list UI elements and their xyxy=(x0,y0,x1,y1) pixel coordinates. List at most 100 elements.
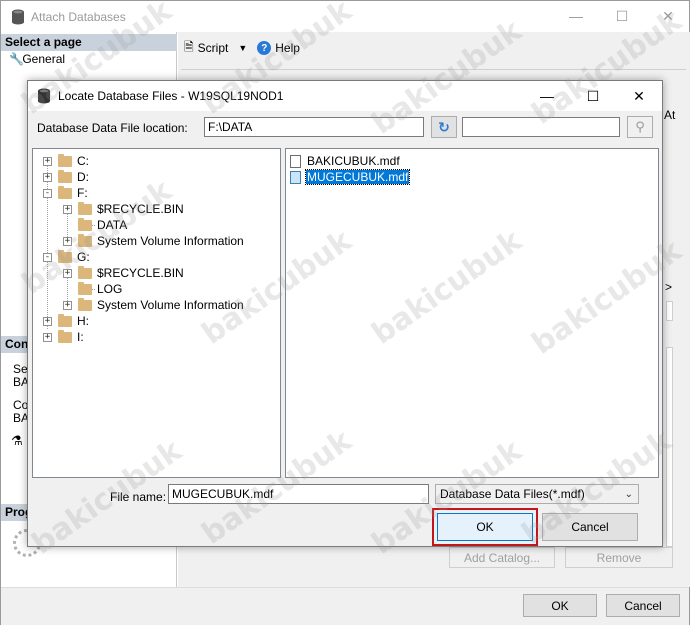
tree-item-label: D: xyxy=(77,170,89,184)
location-label: Database Data File location: xyxy=(37,121,188,135)
grid-edge xyxy=(666,301,673,321)
database-icon xyxy=(11,9,25,28)
collapse-icon[interactable]: - xyxy=(43,252,52,262)
page-item-general[interactable]: 🔧 General xyxy=(9,52,65,66)
outer-ok-button[interactable]: OK xyxy=(523,594,597,617)
tree-item-label: DATA xyxy=(97,218,128,232)
grid-edge xyxy=(666,347,673,547)
folder-icon xyxy=(58,329,72,343)
tree-item-label: F: xyxy=(77,186,88,200)
locate-database-files-dialog: Locate Database Files - W19SQL19NOD1 — ☐… xyxy=(27,80,663,547)
toolbar-divider xyxy=(181,69,686,70)
tree-item[interactable]: + System Volume Information xyxy=(63,297,244,313)
expand-icon[interactable]: + xyxy=(43,316,52,326)
file-item-label: BAKICUBUK.mdf xyxy=(307,154,400,168)
script-icon: 🗎 xyxy=(184,39,194,54)
folder-tree[interactable]: + C: + D: - F: + $RECYCLE.BIN DATA + Sys… xyxy=(32,148,281,478)
toolbar: 🗎 Script ▼ ? Help xyxy=(178,36,300,60)
tree-item-label: $RECYCLE.BIN xyxy=(97,202,184,216)
right-edge-label: At xyxy=(664,108,676,122)
folder-icon xyxy=(58,169,72,183)
tree-item[interactable]: + $RECYCLE.BIN xyxy=(63,201,184,217)
tree-item-label: $RECYCLE.BIN xyxy=(97,266,184,280)
file-icon xyxy=(290,154,301,168)
file-name-label: File name: xyxy=(110,490,167,504)
refresh-icon: ↻ xyxy=(438,118,450,135)
tree-item[interactable]: LOG xyxy=(78,281,122,297)
file-list[interactable]: BAKICUBUK.mdf MUGECUBUK.mdf xyxy=(285,148,659,478)
folder-icon xyxy=(78,217,92,231)
folder-icon xyxy=(58,313,72,327)
minimize-icon[interactable]: — xyxy=(524,81,570,111)
tree-item[interactable]: + H: xyxy=(43,313,89,329)
page-item-label: General xyxy=(22,52,66,66)
close-icon[interactable]: ✕ xyxy=(616,81,662,111)
script-label: Script xyxy=(197,41,229,55)
tree-item[interactable]: - G: xyxy=(43,249,90,265)
close-icon[interactable]: ✕ xyxy=(645,1,690,31)
minimize-icon[interactable]: — xyxy=(553,1,599,31)
file-icon xyxy=(290,170,301,184)
maximize-icon[interactable]: ☐ xyxy=(570,81,616,111)
folder-icon xyxy=(58,153,72,167)
tree-item-label: C: xyxy=(77,154,89,168)
folder-icon xyxy=(78,281,92,295)
collapse-icon[interactable]: - xyxy=(43,188,52,198)
search-button[interactable]: ⚲ xyxy=(627,116,653,138)
folder-icon xyxy=(78,201,92,215)
wrench-icon: 🔧 xyxy=(9,52,24,66)
folder-icon xyxy=(58,185,72,199)
connection-properties-icon[interactable]: ⚗ xyxy=(11,433,23,449)
help-button[interactable]: ? Help xyxy=(257,41,300,55)
dialog-cancel-button[interactable]: Cancel xyxy=(542,513,638,541)
folder-icon xyxy=(78,233,92,247)
remove-button[interactable]: Remove xyxy=(565,547,673,568)
database-icon xyxy=(37,88,51,107)
refresh-button[interactable]: ↻ xyxy=(431,116,457,138)
tree-item[interactable]: + C: xyxy=(43,153,89,169)
tree-item-label: System Volume Information xyxy=(97,298,244,312)
outer-cancel-button[interactable]: Cancel xyxy=(606,594,680,617)
tree-item-label: H: xyxy=(77,314,89,328)
expand-icon[interactable]: + xyxy=(43,172,52,182)
chevron-down-icon: ▼ xyxy=(238,43,248,53)
location-input[interactable]: F:\DATA xyxy=(204,117,424,137)
outer-titlebar[interactable]: Attach Databases — ☐ ✕ xyxy=(1,1,689,32)
search-input[interactable] xyxy=(462,117,620,137)
file-type-value: Database Data Files(*.mdf) xyxy=(440,487,585,501)
dialog-titlebar[interactable]: Locate Database Files - W19SQL19NOD1 — ☐… xyxy=(28,81,662,111)
add-catalog-button[interactable]: Add Catalog... xyxy=(449,547,555,568)
help-label: Help xyxy=(275,41,300,55)
folder-icon xyxy=(58,249,72,263)
script-button[interactable]: 🗎 Script ▼ xyxy=(184,38,247,59)
file-item-selected[interactable]: MUGECUBUK.mdf xyxy=(290,169,411,185)
tree-item[interactable]: + I: xyxy=(43,329,84,345)
help-icon: ? xyxy=(257,41,272,55)
tree-item-label: LOG xyxy=(97,282,123,296)
dialog-title: Locate Database Files - W19SQL19NOD1 xyxy=(58,89,284,103)
tree-item-label: I: xyxy=(77,330,84,344)
file-name-input[interactable]: MUGECUBUK.mdf xyxy=(168,484,429,504)
tree-item[interactable]: - F: xyxy=(43,185,88,201)
tree-item[interactable]: + $RECYCLE.BIN xyxy=(63,265,184,281)
select-page-header: Select a page xyxy=(1,34,177,51)
chevron-down-icon: ⌄ xyxy=(624,489,633,500)
file-item[interactable]: BAKICUBUK.mdf xyxy=(290,153,401,169)
expand-icon[interactable]: + xyxy=(63,236,72,246)
expand-icon[interactable]: + xyxy=(43,332,52,342)
tree-item[interactable]: + System Volume Information xyxy=(63,233,244,249)
search-icon: ⚲ xyxy=(635,119,645,134)
expand-icon[interactable]: + xyxy=(63,268,72,278)
maximize-icon[interactable]: ☐ xyxy=(599,1,645,31)
outer-window-title: Attach Databases xyxy=(31,10,126,24)
scroll-right-icon[interactable]: > xyxy=(665,280,672,294)
tree-item-label: System Volume Information xyxy=(97,234,244,248)
expand-icon[interactable]: + xyxy=(63,204,72,214)
expand-icon[interactable]: + xyxy=(43,156,52,166)
tree-item[interactable]: DATA xyxy=(78,217,127,233)
expand-icon[interactable]: + xyxy=(63,300,72,310)
dialog-ok-button[interactable]: OK xyxy=(437,513,533,541)
file-type-select[interactable]: Database Data Files(*.mdf) ⌄ xyxy=(435,484,639,504)
tree-item[interactable]: + D: xyxy=(43,169,89,185)
folder-icon xyxy=(78,265,92,279)
